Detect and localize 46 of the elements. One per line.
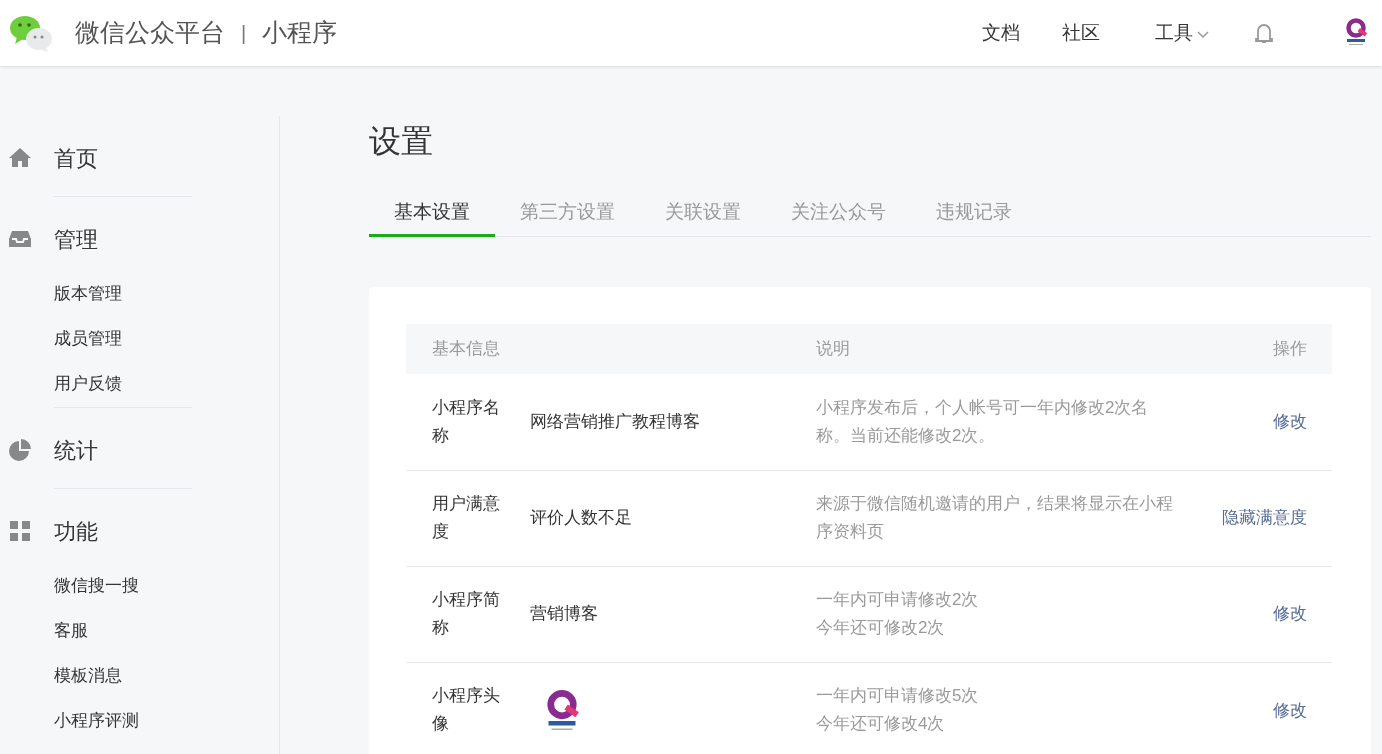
field-description: 今年还可修改4次	[816, 713, 946, 736]
field-label: 用户满意度	[432, 493, 501, 543]
field-label: 小程序简称	[432, 589, 501, 639]
sidebar-item[interactable]: 模板消息	[54, 653, 279, 698]
field-value: 网络营销推广教程博客	[530, 412, 700, 431]
grid-icon	[8, 519, 32, 543]
sidebar-section[interactable]: 首页	[54, 141, 98, 175]
q-logo-icon[interactable]	[1344, 18, 1368, 48]
sidebar-item[interactable]: 微信搜一搜	[54, 563, 279, 608]
column-header: 说明	[800, 324, 1190, 374]
field-label: 小程序名称	[432, 396, 501, 447]
edit-link[interactable]: 修改	[1273, 604, 1307, 624]
title-separator: |	[241, 21, 247, 46]
page-title: 设置	[369, 122, 434, 161]
chat-bubbles-icon[interactable]	[9, 14, 53, 52]
sidebar-section[interactable]: 功能	[54, 514, 98, 548]
field-value: 评价人数不足	[530, 508, 632, 528]
product-title: 小程序	[262, 17, 338, 49]
caret-icon	[1197, 30, 1209, 39]
field-description: 来源于微信随机邀请的用户，结果将显示在小程序资料页	[816, 493, 1174, 543]
field-description: 小程序发布后，个人帐号可一年内修改2次名称。当前还能修改2次。	[816, 396, 1150, 447]
notification-bell-icon[interactable]	[1253, 21, 1275, 45]
field-description: 一年内可申请修改2次	[816, 589, 980, 611]
field-description: 一年内可申请修改5次	[816, 685, 980, 708]
sidebar-item[interactable]: 版本管理	[54, 271, 279, 316]
sidebar-item[interactable]: 成员管理	[54, 316, 279, 361]
column-header: 操作	[1190, 324, 1332, 374]
pie-chart-icon	[8, 438, 32, 462]
home-icon	[8, 146, 32, 170]
brand-title: 微信公众平台	[75, 17, 225, 49]
tab[interactable]: 基本设置	[369, 191, 495, 237]
sidebar-section[interactable]: 统计	[54, 433, 98, 467]
nav-link[interactable]: 工具	[1155, 18, 1209, 48]
sidebar-section[interactable]: 管理	[54, 222, 98, 256]
sidebar-item[interactable]: 客服	[54, 608, 279, 653]
field-description: 今年还可修改2次	[816, 617, 946, 639]
edit-link[interactable]: 隐藏满意度	[1222, 508, 1307, 528]
field-value: 营销博客	[530, 604, 598, 624]
sidebar-item[interactable]: 小程序评测	[54, 698, 279, 743]
nav-link[interactable]: 社区	[1062, 18, 1100, 48]
field-label: 小程序头像	[432, 685, 501, 736]
nav-link[interactable]: 文档	[982, 18, 1020, 48]
edit-link[interactable]: 修改	[1273, 412, 1307, 431]
sidebar-item[interactable]: 用户反馈	[54, 361, 279, 406]
edit-link[interactable]: 修改	[1273, 700, 1307, 720]
column-header: 基本信息	[406, 324, 800, 374]
